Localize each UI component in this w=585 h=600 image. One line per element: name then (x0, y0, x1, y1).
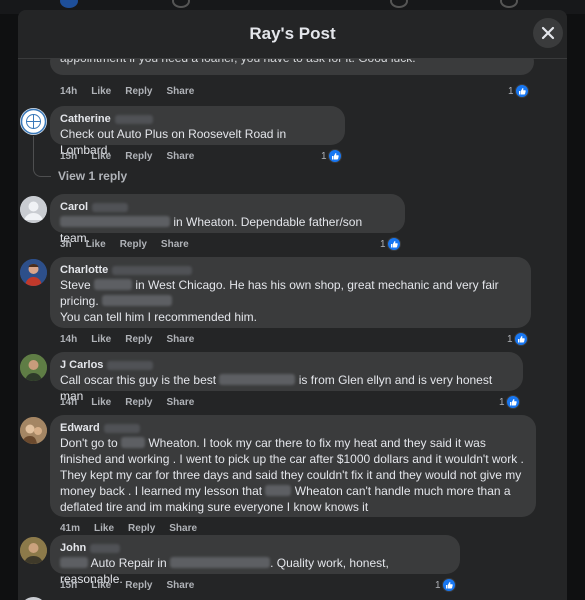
comment-bubble: Carol in Wheaton. Dependable father/son … (50, 194, 405, 245)
share-link[interactable]: Share (169, 523, 197, 534)
avatar[interactable] (20, 108, 47, 135)
comment-text: Don't go to Wheaton. I took my car there… (60, 436, 524, 514)
avatar[interactable] (20, 417, 47, 444)
like-link[interactable]: Like (91, 86, 111, 97)
reply-link[interactable]: Reply (125, 334, 152, 345)
like-icon (505, 395, 520, 409)
like-icon (514, 84, 529, 98)
reply-link[interactable]: Reply (125, 580, 152, 591)
reply-link[interactable]: Reply (128, 523, 155, 534)
comment-text: appointment if you need a loaner, you ha… (60, 59, 524, 67)
background-nav-icon (390, 0, 408, 8)
share-link[interactable]: Share (166, 86, 194, 97)
like-link[interactable]: Like (91, 580, 111, 591)
reply-thread-line (33, 136, 51, 177)
reply-link[interactable]: Reply (125, 86, 152, 97)
comment-bubble: John Auto Repair in . Quality work, hone… (50, 535, 460, 586)
reply-link[interactable]: Reply (125, 151, 152, 162)
share-link[interactable]: Share (166, 334, 194, 345)
reaction-count[interactable]: 1 (507, 332, 528, 346)
comment-bubble: J Carlos Call oscar this guy is the best… (50, 352, 523, 403)
avatar[interactable] (20, 259, 47, 286)
comment-time: 14h (60, 397, 78, 408)
reaction-count[interactable]: 1 (435, 578, 456, 592)
comment-bubble: Edward Don't go to Wheaton. I took my ca… (50, 415, 536, 517)
comment-meta: 15h Like Reply Share (60, 580, 208, 591)
comment-time: 14h (60, 86, 78, 97)
comment-author[interactable]: J Carlos (60, 358, 513, 372)
background-overlay-right (567, 14, 585, 600)
background-overlay-left (0, 14, 18, 600)
reaction-count[interactable]: 1 (321, 149, 342, 163)
like-link[interactable]: Like (91, 334, 111, 345)
comment-meta: 3h Like Reply Share (60, 239, 203, 250)
comment-meta: 14h Like Reply Share (60, 86, 208, 97)
comment-time: 14h (60, 334, 78, 345)
comment-meta: 14h Like Reply Share (60, 334, 208, 345)
comment-bubble: Charlotte Steve in West Chicago. He has … (50, 257, 531, 328)
background-nav-icon (500, 0, 518, 8)
comment-time: 41m (60, 523, 81, 534)
comment-time: 15h (60, 151, 78, 162)
close-button[interactable] (533, 18, 563, 48)
like-icon (386, 237, 401, 251)
background-nav-icon (172, 0, 190, 8)
modal-title: Ray's Post (249, 24, 336, 43)
share-link[interactable]: Share (166, 151, 194, 162)
background-home-icon (60, 0, 78, 8)
reply-link[interactable]: Reply (125, 397, 152, 408)
comment-author[interactable]: Carol (60, 200, 395, 214)
comment-author[interactable]: Catherine (60, 112, 335, 126)
close-icon (541, 26, 555, 40)
comment-author[interactable]: John (60, 541, 450, 555)
post-modal: Ray's Post appointment if you need a loa… (18, 10, 567, 600)
share-link[interactable]: Share (161, 239, 189, 250)
like-link[interactable]: Like (94, 523, 114, 534)
comment-bubble: Catherine Check out Auto Plus on Rooseve… (50, 106, 345, 157)
share-link[interactable]: Share (166, 397, 194, 408)
like-icon (441, 578, 456, 592)
like-icon (513, 332, 528, 346)
like-link[interactable]: Like (91, 397, 111, 408)
comment-author[interactable]: Edward (60, 421, 526, 435)
like-icon (327, 149, 342, 163)
comments-list: appointment if you need a loaner, you ha… (18, 59, 567, 600)
avatar[interactable] (20, 196, 47, 223)
comment-text: Steve in West Chicago. He has his own sh… (60, 278, 499, 324)
share-link[interactable]: Share (166, 580, 194, 591)
avatar[interactable] (20, 537, 47, 564)
comment-meta: 15h Like Reply Share (60, 151, 208, 162)
comment-author[interactable]: Charlotte (60, 263, 521, 277)
like-link[interactable]: Like (91, 151, 111, 162)
comment-meta: 41m Like Reply Share (60, 523, 211, 534)
comment-time: 15h (60, 580, 78, 591)
avatar[interactable] (20, 354, 47, 381)
reply-link[interactable]: Reply (120, 239, 147, 250)
reaction-count[interactable]: 1 (508, 84, 529, 98)
reaction-count[interactable]: 1 (380, 237, 401, 251)
view-replies-link[interactable]: View 1 reply (58, 169, 127, 183)
comment-time: 3h (60, 239, 72, 250)
reaction-count[interactable]: 1 (499, 395, 520, 409)
comment-bubble: appointment if you need a loaner, you ha… (50, 59, 534, 75)
like-link[interactable]: Like (86, 239, 106, 250)
modal-header: Ray's Post (18, 10, 567, 59)
comment-meta: 14h Like Reply Share (60, 397, 208, 408)
